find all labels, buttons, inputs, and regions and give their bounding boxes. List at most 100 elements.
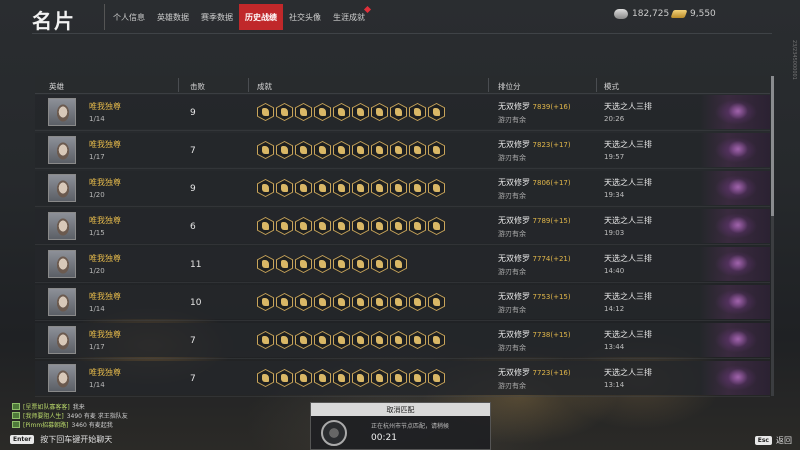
- achievement-badge-icon[interactable]: [276, 331, 293, 349]
- table-row[interactable]: 唯我独尊 1/20 9 无双修罗 7806(+17) 游刃有余 天选之人三排 19:34: [35, 171, 770, 207]
- achievement-badge-icon[interactable]: [276, 141, 293, 159]
- achievement-badge-icon[interactable]: [314, 217, 331, 235]
- achievement-badge-icon[interactable]: [390, 103, 407, 121]
- chat-sender[interactable]: [Pimm招募朝路]: [23, 420, 69, 429]
- achievement-badge-icon[interactable]: [371, 141, 388, 159]
- achievement-badge-icon[interactable]: [333, 293, 350, 311]
- achievement-badge-icon[interactable]: [314, 141, 331, 159]
- chat-sender[interactable]: [呈票如队寡客客]: [23, 402, 70, 411]
- achievement-badge-icon[interactable]: [295, 217, 312, 235]
- achievement-badge-icon[interactable]: [333, 217, 350, 235]
- tab-personal-info[interactable]: 个人信息: [107, 4, 151, 30]
- achievement-badge-icon[interactable]: [428, 293, 445, 311]
- achievement-badge-icon[interactable]: [428, 331, 445, 349]
- table-row[interactable]: 唯我独尊 1/14 9 无双修罗 7839(+16) 游刃有余 天选之人三排 20:26: [35, 95, 770, 131]
- achievement-badge-icon[interactable]: [257, 331, 274, 349]
- achievement-badge-icon[interactable]: [257, 255, 274, 273]
- achievement-badge-icon[interactable]: [371, 369, 388, 387]
- achievement-badge-icon[interactable]: [409, 369, 426, 387]
- chat-prompt[interactable]: Enter 按下回车键开始聊天: [10, 434, 112, 445]
- achievement-badge-icon[interactable]: [257, 293, 274, 311]
- achievement-badge-icon[interactable]: [295, 255, 312, 273]
- achievement-badge-icon[interactable]: [333, 103, 350, 121]
- achievement-badge-icon[interactable]: [295, 103, 312, 121]
- achievement-badge-icon[interactable]: [276, 255, 293, 273]
- achievement-badge-icon[interactable]: [276, 369, 293, 387]
- achievement-badge-icon[interactable]: [352, 331, 369, 349]
- achievement-badge-icon[interactable]: [314, 293, 331, 311]
- achievement-badge-icon[interactable]: [276, 217, 293, 235]
- achievement-badge-icon[interactable]: [257, 179, 274, 197]
- achievement-badge-icon[interactable]: [333, 141, 350, 159]
- tab-match-history[interactable]: 历史战绩: [239, 4, 283, 30]
- achievement-badge-icon[interactable]: [371, 103, 388, 121]
- achievement-badge-icon[interactable]: [352, 141, 369, 159]
- achievement-badge-icon[interactable]: [409, 141, 426, 159]
- achievement-badge-icon[interactable]: [390, 369, 407, 387]
- table-row[interactable]: 唯我独尊 1/14 7 无双修罗 7723(+16) 游刃有余 天选之人三排 13:14: [35, 361, 770, 397]
- achievement-badge-icon[interactable]: [390, 141, 407, 159]
- table-row[interactable]: 唯我独尊 1/14 10 无双修罗 7753(+15) 游刃有余 天选之人三排 14:12: [35, 285, 770, 321]
- achievement-badge-icon[interactable]: [295, 293, 312, 311]
- achievement-badge-icon[interactable]: [371, 255, 388, 273]
- achievement-badge-icon[interactable]: [409, 331, 426, 349]
- tab-social-avatar[interactable]: 社交头像: [283, 4, 327, 30]
- chat-sender[interactable]: [我师要阻人生]: [23, 411, 64, 420]
- achievement-badge-icon[interactable]: [257, 217, 274, 235]
- scrollbar-thumb[interactable]: [771, 76, 774, 216]
- achievement-badge-icon[interactable]: [257, 141, 274, 159]
- table-row[interactable]: 唯我独尊 1/17 7 无双修罗 7823(+17) 游刃有余 天选之人三排 19:57: [35, 133, 770, 169]
- tab-hero-data[interactable]: 英雄数据: [151, 4, 195, 30]
- achievement-badge-icon[interactable]: [409, 217, 426, 235]
- achievement-badge-icon[interactable]: [390, 331, 407, 349]
- achievement-badge-icon[interactable]: [295, 141, 312, 159]
- achievement-badge-icon[interactable]: [428, 217, 445, 235]
- achievement-badge-icon[interactable]: [352, 103, 369, 121]
- achievement-badge-icon[interactable]: [257, 103, 274, 121]
- table-row[interactable]: 唯我独尊 1/20 11 无双修罗 7774(+21) 游刃有余 天选之人三排 14:40: [35, 247, 770, 283]
- achievement-badge-icon[interactable]: [428, 141, 445, 159]
- achievement-badge-icon[interactable]: [314, 255, 331, 273]
- achievement-badge-icon[interactable]: [352, 293, 369, 311]
- exit-button[interactable]: Esc 返回: [754, 435, 792, 446]
- achievement-badge-icon[interactable]: [352, 369, 369, 387]
- achievement-badge-icon[interactable]: [371, 331, 388, 349]
- tab-season-data[interactable]: 赛季数据: [195, 4, 239, 30]
- achievement-badge-icon[interactable]: [295, 369, 312, 387]
- achievement-badge-icon[interactable]: [314, 331, 331, 349]
- tab-career-achievements[interactable]: 生涯成就: [327, 4, 372, 30]
- achievement-badge-icon[interactable]: [333, 255, 350, 273]
- achievement-badge-icon[interactable]: [333, 331, 350, 349]
- achievement-badge-icon[interactable]: [257, 369, 274, 387]
- achievement-badge-icon[interactable]: [314, 103, 331, 121]
- achievement-badge-icon[interactable]: [428, 179, 445, 197]
- achievement-badge-icon[interactable]: [390, 293, 407, 311]
- achievement-badge-icon[interactable]: [314, 369, 331, 387]
- achievement-badge-icon[interactable]: [352, 217, 369, 235]
- achievement-badge-icon[interactable]: [314, 179, 331, 197]
- achievement-badge-icon[interactable]: [390, 255, 407, 273]
- achievement-badge-icon[interactable]: [295, 179, 312, 197]
- table-row[interactable]: 唯我独尊 1/15 6 无双修罗 7789(+15) 游刃有余 天选之人三排 19:03: [35, 209, 770, 245]
- achievement-badge-icon[interactable]: [333, 179, 350, 197]
- achievement-badge-icon[interactable]: [390, 179, 407, 197]
- achievement-badge-icon[interactable]: [276, 293, 293, 311]
- achievement-badge-icon[interactable]: [428, 369, 445, 387]
- scrollbar[interactable]: [771, 76, 774, 396]
- achievement-badge-icon[interactable]: [352, 179, 369, 197]
- achievement-badge-icon[interactable]: [390, 217, 407, 235]
- achievement-badge-icon[interactable]: [333, 369, 350, 387]
- achievement-badge-icon[interactable]: [428, 103, 445, 121]
- achievement-badge-icon[interactable]: [371, 217, 388, 235]
- achievement-badge-icon[interactable]: [276, 179, 293, 197]
- achievement-badge-icon[interactable]: [371, 179, 388, 197]
- achievement-badge-icon[interactable]: [295, 331, 312, 349]
- achievement-badge-icon[interactable]: [276, 103, 293, 121]
- table-row[interactable]: 唯我独尊 1/17 7 无双修罗 7738(+15) 游刃有余 天选之人三排 13:44: [35, 323, 770, 359]
- achievement-badge-icon[interactable]: [371, 293, 388, 311]
- cancel-match-button[interactable]: 取消匹配: [311, 403, 490, 416]
- achievement-badge-icon[interactable]: [352, 255, 369, 273]
- achievement-badge-icon[interactable]: [409, 179, 426, 197]
- achievement-badge-icon[interactable]: [409, 293, 426, 311]
- achievement-badge-icon[interactable]: [409, 103, 426, 121]
